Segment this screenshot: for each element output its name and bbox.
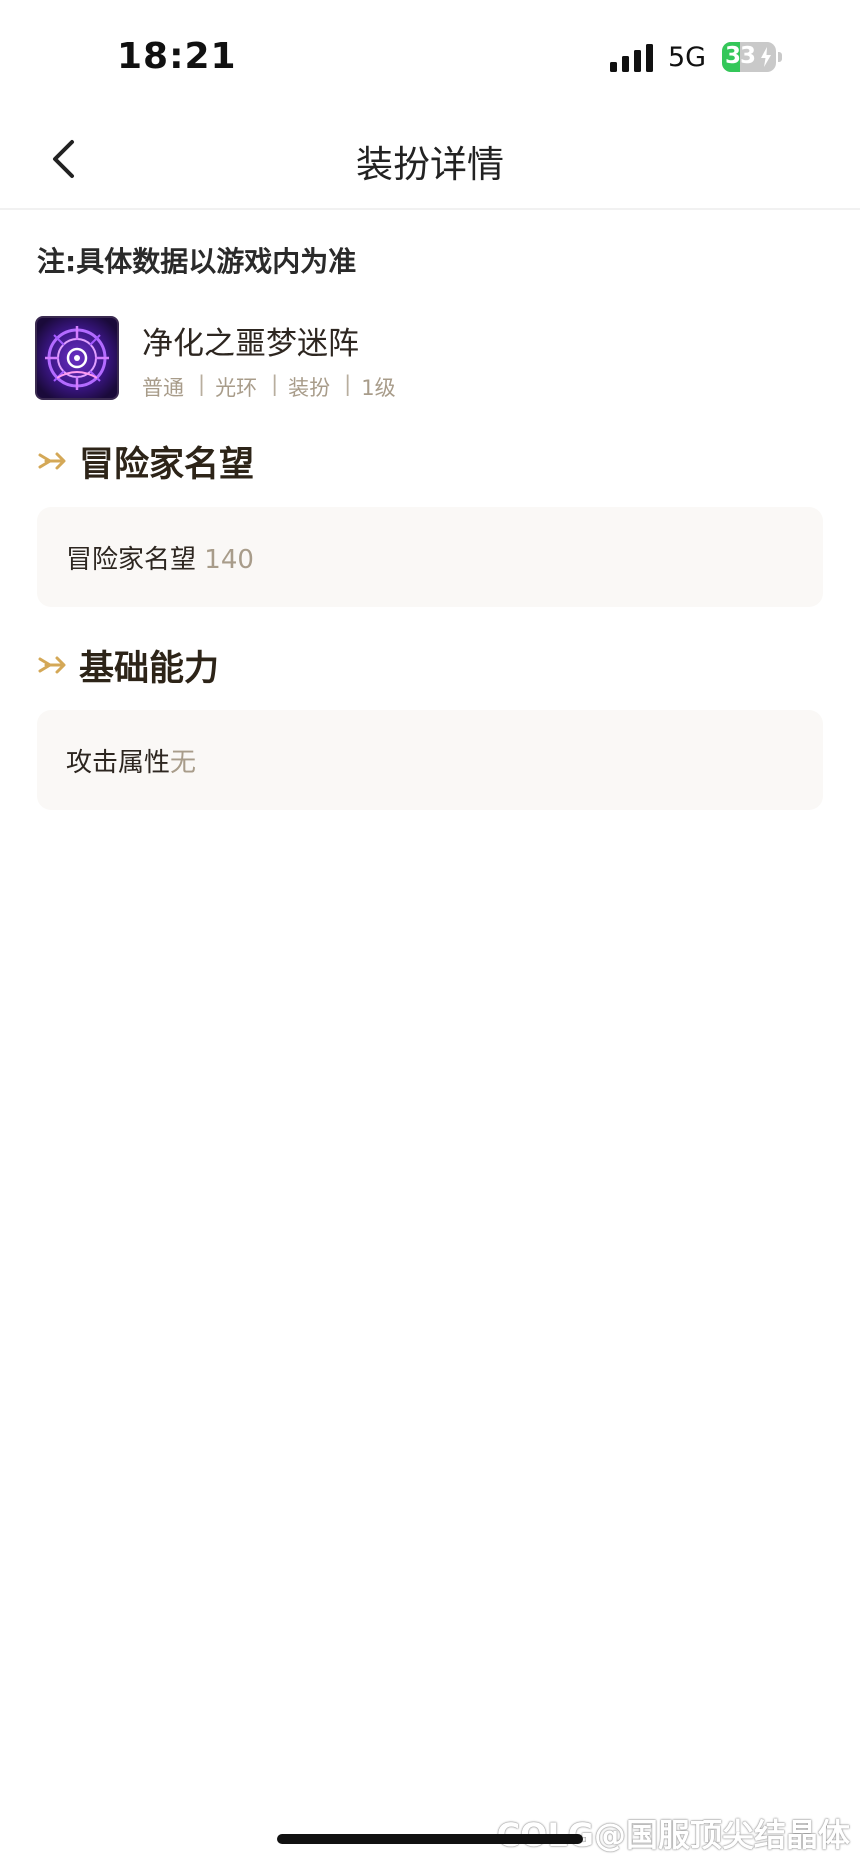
network-type-label: 5G <box>668 42 707 73</box>
basic-ability-card: 攻击属性无 <box>37 710 823 810</box>
item-tag-rarity: 普通 <box>142 376 184 400</box>
charging-bolt-icon <box>761 47 771 67</box>
double-arrow-icon <box>38 656 66 674</box>
page-title: 装扮详情 <box>356 143 504 186</box>
purple-magic-circle-icon <box>37 318 117 398</box>
nav-header: 装扮详情 <box>0 110 860 210</box>
item-tags: 普通 | 光环 | 装扮 | 1级 <box>142 372 410 402</box>
fame-row: 冒险家名望 140 <box>66 539 254 576</box>
status-bar: 18:21 5G 33 <box>0 0 860 110</box>
attack-attribute-row: 攻击属性无 <box>66 742 196 779</box>
attack-attribute-value: 无 <box>170 748 197 778</box>
fame-card: 冒险家名望 140 <box>37 507 823 607</box>
status-time: 18:21 <box>117 36 237 77</box>
battery-indicator: 33 <box>722 42 784 72</box>
disclaimer-note: 注:具体数据以游戏内为准 <box>37 245 357 278</box>
home-indicator[interactable] <box>277 1834 583 1844</box>
battery-cap <box>778 52 782 62</box>
watermark: COLG@国服顶尖结晶体 <box>496 1816 850 1854</box>
fame-label: 冒险家名望 <box>66 545 197 575</box>
item-name: 净化之噩梦迷阵 <box>142 326 359 362</box>
double-arrow-icon <box>38 452 66 470</box>
section-title: 基础能力 <box>79 648 220 689</box>
section-title: 冒险家名望 <box>79 444 255 485</box>
tag-separator: | <box>198 372 206 396</box>
battery-level-text: 33 <box>725 43 756 69</box>
battery-body: 33 <box>722 42 776 72</box>
tag-separator: | <box>344 372 352 396</box>
section-header-fame: 冒险家名望 <box>37 438 255 485</box>
section-header-basic: 基础能力 <box>37 642 220 689</box>
tag-separator: | <box>271 372 279 396</box>
item-tag-level: 1级 <box>361 376 396 400</box>
item-tag-type: 光环 <box>215 376 258 400</box>
cellular-signal-icon <box>610 44 653 72</box>
item-tag-category: 装扮 <box>288 376 331 400</box>
fame-value: 140 <box>196 545 254 575</box>
attack-attribute-label: 攻击属性 <box>66 748 171 778</box>
